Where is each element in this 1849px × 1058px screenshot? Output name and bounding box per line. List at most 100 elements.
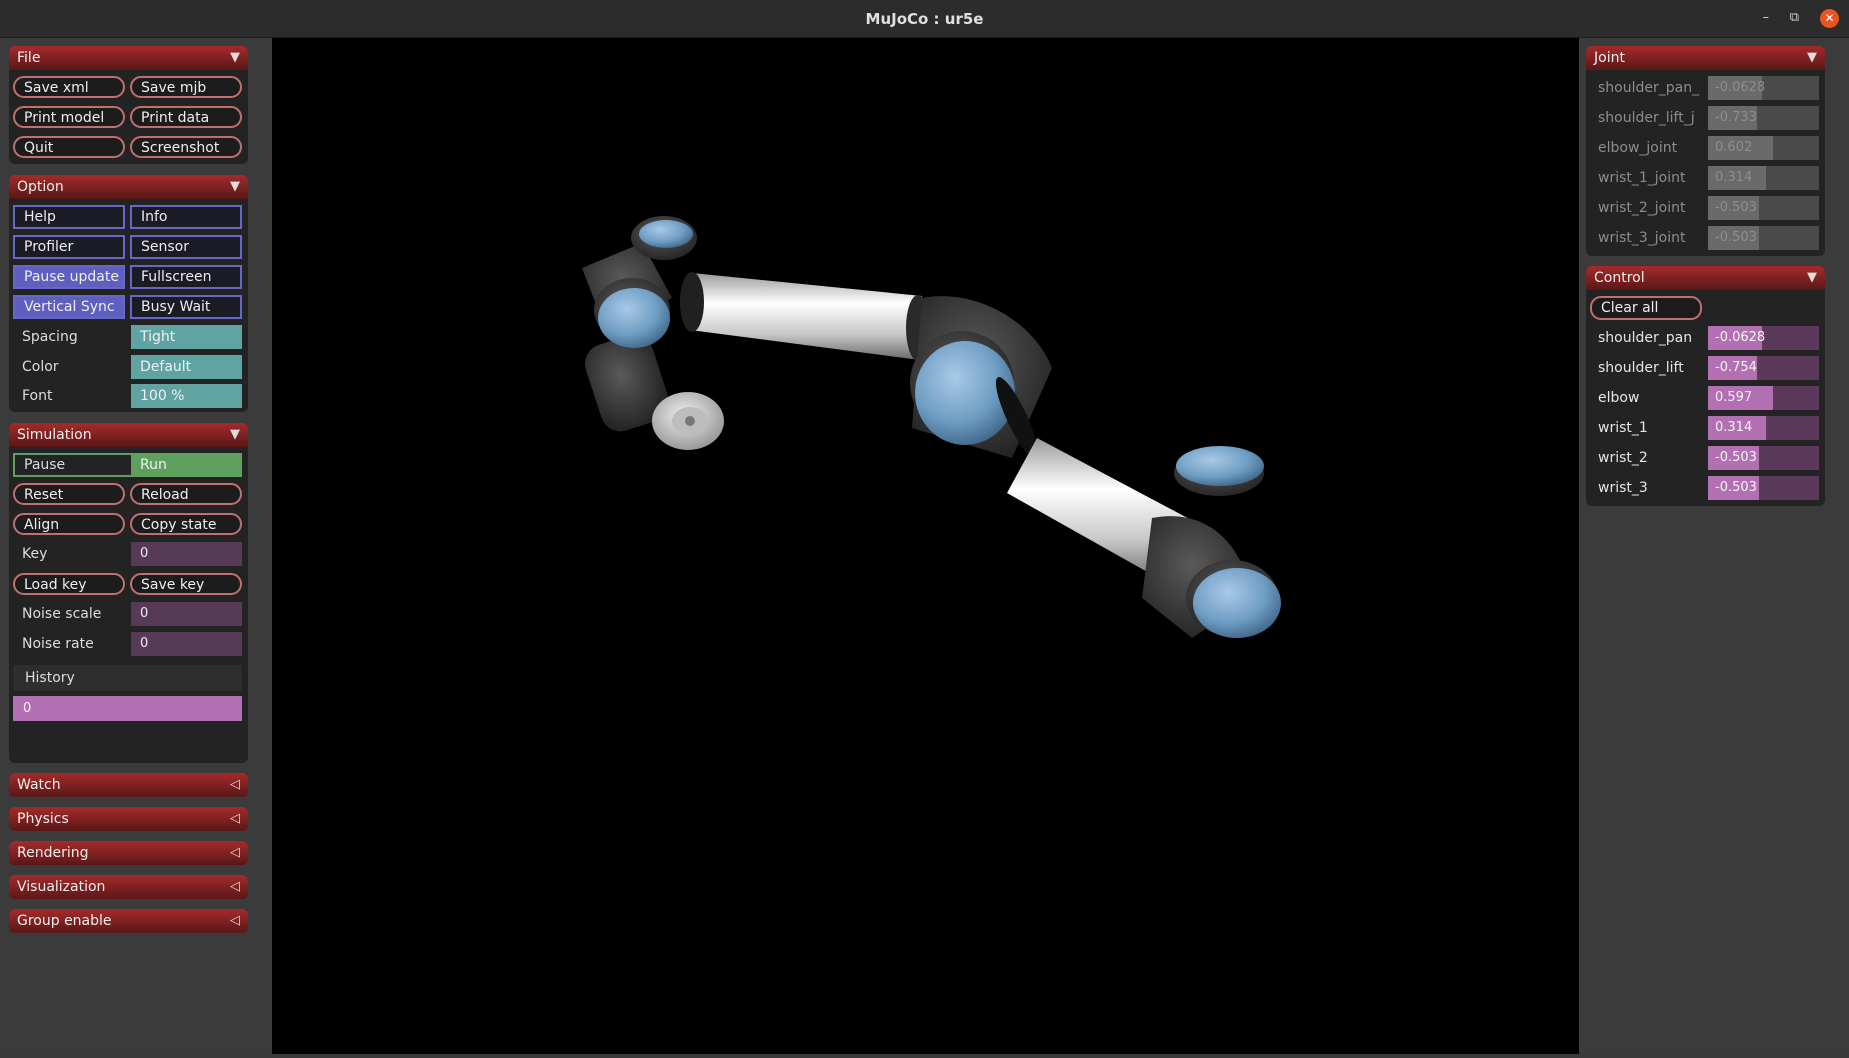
joint-row-label: elbow_joint (1598, 140, 1678, 156)
load-key-button[interactable]: Load key (13, 573, 125, 595)
expand-triangle-icon: ◁ (230, 811, 240, 826)
joint-slider-value: -0.0628 (1715, 80, 1766, 95)
print-data-button[interactable]: Print data (130, 106, 242, 128)
control-row-label: wrist_2 (1598, 450, 1648, 466)
physics-section-header[interactable]: Physics ◁ (9, 807, 248, 831)
rendering-section-header[interactable]: Rendering ◁ (9, 841, 248, 865)
collapse-triangle-icon: ▼ (230, 427, 240, 442)
joint-section: Joint ▼ shoulder_pan_ -0.0628 shoulder_lif… (1586, 46, 1825, 256)
expand-triangle-icon: ◁ (230, 913, 240, 928)
font-select[interactable]: 100 % (131, 384, 242, 408)
reset-button[interactable]: Reset (13, 483, 125, 505)
info-toggle[interactable]: Info (130, 205, 242, 229)
control-slider[interactable]: 0.597 (1708, 386, 1819, 410)
save-xml-button[interactable]: Save xml (13, 76, 125, 98)
control-slider-value: -0.754 (1715, 360, 1757, 375)
pause-option[interactable]: Pause (15, 454, 65, 476)
control-slider-value: -0.503 (1715, 480, 1757, 495)
expand-triangle-icon: ◁ (230, 777, 240, 792)
visualization-section-header[interactable]: Visualization ◁ (9, 875, 248, 899)
copy-state-button[interactable]: Copy state (130, 513, 242, 535)
key-slider[interactable]: 0 (131, 542, 242, 566)
rendering-section: Rendering ◁ (9, 841, 248, 865)
collapse-triangle-icon: ▼ (230, 179, 240, 194)
control-row-label: wrist_1 (1598, 420, 1648, 436)
noise-scale-field[interactable]: 0 (131, 602, 242, 626)
joint-section-header[interactable]: Joint ▼ (1586, 46, 1825, 70)
watch-section-header[interactable]: Watch ◁ (9, 773, 248, 797)
clear-all-button[interactable]: Clear all (1590, 296, 1702, 320)
fullscreen-toggle[interactable]: Fullscreen (130, 265, 242, 289)
busy-wait-toggle[interactable]: Busy Wait (130, 295, 242, 319)
physics-section: Physics ◁ (9, 807, 248, 831)
control-row-label: wrist_3 (1598, 480, 1648, 496)
control-slider[interactable]: -0.0628 (1708, 326, 1819, 350)
color-select[interactable]: Default (131, 355, 242, 379)
color-label: Color (22, 359, 59, 375)
group-enable-section-header[interactable]: Group enable ◁ (9, 909, 248, 933)
window-title: MuJoCo : ur5e (865, 10, 984, 28)
close-icon[interactable]: ✕ (1820, 9, 1839, 28)
joint-slider[interactable]: 0.314 (1708, 166, 1819, 190)
joint-slider[interactable]: -0.503 (1708, 226, 1819, 250)
simulation-section: Simulation ▼ Pause Run Reset Reload Alig… (9, 423, 248, 763)
rendering-header-label: Rendering (17, 845, 89, 861)
restore-icon[interactable]: ⧉ (1790, 10, 1799, 25)
joint-slider-value: 0.314 (1715, 170, 1753, 185)
joint-slider-value: -0.733 (1715, 110, 1757, 125)
vertical-sync-toggle[interactable]: Vertical Sync (13, 295, 125, 319)
watch-section: Watch ◁ (9, 773, 248, 797)
control-section: Control ▼ Clear all shoulder_pan -0.0628 s… (1586, 266, 1825, 506)
control-slider-value: -0.0628 (1715, 330, 1766, 345)
control-slider[interactable]: -0.503 (1708, 476, 1819, 500)
file-section-header[interactable]: File ▼ (9, 46, 248, 70)
group-enable-header-label: Group enable (17, 913, 112, 929)
expand-triangle-icon: ◁ (230, 879, 240, 894)
sensor-toggle[interactable]: Sensor (130, 235, 242, 259)
spacing-select[interactable]: Tight (131, 325, 242, 349)
control-slider[interactable]: -0.503 (1708, 446, 1819, 470)
quit-button[interactable]: Quit (13, 136, 125, 158)
joint-slider[interactable]: -0.0628 (1708, 76, 1819, 100)
save-key-button[interactable]: Save key (130, 573, 242, 595)
print-model-button[interactable]: Print model (13, 106, 125, 128)
left-panel: File ▼ Save xml Save mjb Print model Pri… (0, 38, 272, 1054)
control-row-label: shoulder_pan (1598, 330, 1693, 346)
minimize-icon[interactable]: – (1763, 10, 1770, 25)
joint-slider[interactable]: -0.733 (1708, 106, 1819, 130)
font-label: Font (22, 388, 53, 404)
save-mjb-button[interactable]: Save mjb (130, 76, 242, 98)
joint-row-label: wrist_1_joint (1598, 170, 1686, 186)
control-header-label: Control (1594, 270, 1645, 286)
reload-button[interactable]: Reload (130, 483, 242, 505)
3d-viewport[interactable] (272, 38, 1579, 1054)
profiler-toggle[interactable]: Profiler (13, 235, 125, 259)
joint-row-label: wrist_2_joint (1598, 200, 1686, 216)
help-toggle[interactable]: Help (13, 205, 125, 229)
noise-rate-field[interactable]: 0 (131, 632, 242, 656)
simulation-section-header[interactable]: Simulation ▼ (9, 423, 248, 447)
physics-header-label: Physics (17, 811, 69, 827)
option-header-label: Option (17, 179, 64, 195)
history-slider[interactable]: 0 (13, 696, 242, 721)
screenshot-button[interactable]: Screenshot (130, 136, 242, 158)
align-button[interactable]: Align (13, 513, 125, 535)
joint-slider-value: -0.503 (1715, 230, 1757, 245)
control-slider[interactable]: -0.754 (1708, 356, 1819, 380)
robot-arm-render (582, 216, 1281, 638)
option-section-header[interactable]: Option ▼ (9, 175, 248, 199)
file-header-label: File (17, 50, 41, 66)
run-option[interactable]: Run (131, 453, 242, 477)
control-row-label: elbow (1598, 390, 1640, 406)
control-section-header[interactable]: Control ▼ (1586, 266, 1825, 290)
control-row-label: shoulder_lift (1598, 360, 1684, 376)
joint-slider[interactable]: -0.503 (1708, 196, 1819, 220)
control-slider[interactable]: 0.314 (1708, 416, 1819, 440)
joint-row-label: shoulder_pan_ (1598, 80, 1700, 96)
joint-slider[interactable]: 0.602 (1708, 136, 1819, 160)
pause-update-toggle[interactable]: Pause update (13, 265, 125, 289)
history-label: History (13, 665, 242, 691)
joint-slider-value: -0.503 (1715, 200, 1757, 215)
watch-header-label: Watch (17, 777, 61, 793)
spacing-label: Spacing (22, 329, 78, 345)
